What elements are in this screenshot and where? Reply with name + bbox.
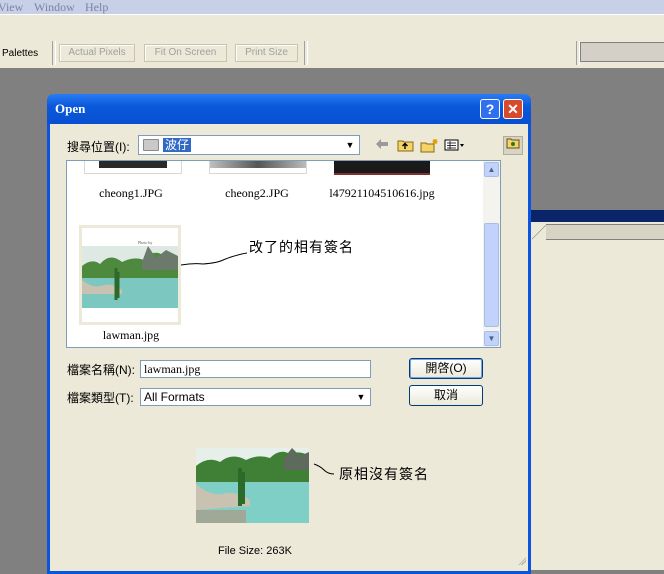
dialog-title: Open [55,101,86,116]
annotation-stroke [313,463,335,475]
folder-icon [143,139,159,151]
file-name-label: 檔案名稱(N): [67,363,135,377]
menu-view[interactable]: View [0,0,23,14]
help-button[interactable]: ? [480,99,500,119]
palette-well[interactable] [580,42,664,62]
palettes-label[interactable]: Palettes [2,48,38,59]
fit-on-screen-button[interactable]: Fit On Screen [144,44,227,62]
preview-image [196,448,309,523]
options-toolbar: Palettes Actual Pixels Fit On Screen Pri… [0,14,664,68]
toolbar-separator [52,41,56,65]
menu-help[interactable]: Help [85,0,108,14]
toolbar-separator [304,41,308,65]
thumbnail-lawman[interactable]: Photo by [79,225,181,325]
close-button[interactable]: ✕ [503,99,523,119]
views-menu-icon[interactable] [443,138,467,154]
file-type-dropdown[interactable]: All Formats ▼ [140,388,371,406]
thumbnail-cheong1[interactable] [84,161,182,174]
back-arrow-icon[interactable] [374,138,390,154]
tab-corner [532,224,546,240]
background-window-titlebar [530,210,664,222]
file-name-l47921104510616[interactable]: l47921104510616.jpg [322,186,442,201]
print-size-button[interactable]: Print Size [235,44,298,62]
annotation-list-text: 改了的相有簽名 [249,241,354,256]
file-size-label: File Size: 263K [218,545,292,557]
scroll-up-icon[interactable]: ▲ [484,162,499,177]
menu-bar: View Window Help [0,0,664,14]
open-dialog: Open ? ✕ 搜尋位置(I): 波仔 ▼ cheong1.JPG cheon… [47,94,531,574]
look-in-value: 波仔 [163,138,192,152]
open-button[interactable]: 開啓(O) [409,358,483,379]
file-type-label: 檔案類型(T): [67,391,134,405]
annotation-preview-text: 原相沒有簽名 [339,468,429,483]
chevron-down-icon[interactable]: ▼ [353,389,369,405]
look-in-label: 搜尋位置(I): [67,140,130,154]
file-list[interactable]: cheong1.JPG cheong2.JPG l47921104510616.… [66,160,501,348]
file-name-input[interactable]: lawman.jpg [140,360,371,378]
svg-text:Photo by: Photo by [138,240,152,245]
file-list-scrollbar[interactable]: ▲ ▼ [483,161,500,347]
background-window [530,210,664,570]
chevron-down-icon[interactable]: ▼ [342,137,358,153]
cancel-button[interactable]: 取消 [409,385,483,406]
actual-pixels-button[interactable]: Actual Pixels [59,44,135,62]
look-in-dropdown[interactable]: 波仔 ▼ [138,135,360,155]
dialog-titlebar[interactable]: Open ? ✕ [47,94,531,124]
annotation-stroke [180,252,248,266]
file-name-cheong2[interactable]: cheong2.JPG [207,186,307,201]
lawman-photo-thumbnail: Photo by [82,228,178,322]
menu-window[interactable]: Window [34,0,75,14]
places-icon[interactable] [503,136,523,155]
scroll-down-icon[interactable]: ▼ [484,331,499,346]
background-window-tab[interactable] [534,224,664,240]
file-name-cheong1[interactable]: cheong1.JPG [81,186,181,201]
new-folder-icon[interactable] [419,138,439,154]
file-type-value: All Formats [144,390,205,404]
scroll-thumb[interactable] [484,223,499,327]
up-folder-icon[interactable] [396,138,414,154]
thumbnail-l47921104510616[interactable] [334,161,430,175]
file-name-lawman[interactable]: lawman.jpg [81,328,181,343]
thumbnail-cheong2[interactable] [209,161,307,174]
